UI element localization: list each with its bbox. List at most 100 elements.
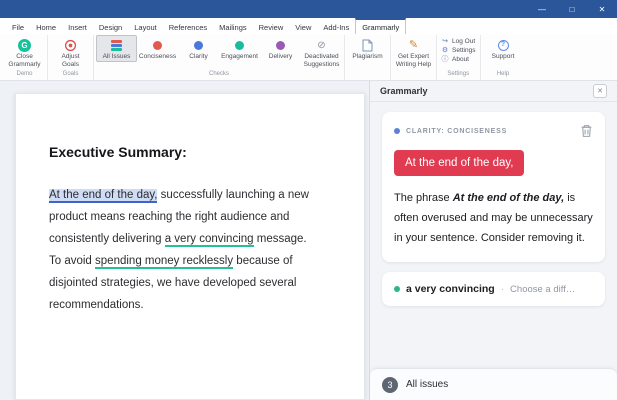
log-out-label: Log Out <box>452 38 476 45</box>
engagement-button[interactable]: Engagement <box>219 35 260 62</box>
tab-insert[interactable]: Insert <box>62 18 93 34</box>
ribbon-group-settings: ↪ Log Out ⚙ Settings ⓘ About Settings <box>437 35 481 80</box>
close-grammarly-label-2: Grammarly <box>8 61 41 69</box>
engagement-label: Engagement <box>221 53 258 60</box>
main-area: Executive Summary: At the end of the day… <box>0 81 617 400</box>
ribbon-group-plagiarism: Plagiarism <box>345 35 391 80</box>
separator-dot: · <box>500 283 505 295</box>
ribbon-group-help: ? Support Help <box>481 35 526 80</box>
suggestion-list: CLARITY: CONCISENESS At the end of the d… <box>370 102 617 368</box>
window-controls: — □ ✕ <box>527 0 617 18</box>
minimize-button[interactable]: — <box>527 0 557 18</box>
conciseness-label: Conciseness <box>138 53 177 60</box>
support-button[interactable]: ? Support <box>483 35 524 62</box>
all-issues-icon <box>111 39 122 52</box>
about-label: About <box>452 56 469 63</box>
next-suggestion-phrase: a very convincing <box>406 283 495 296</box>
tab-grammarly[interactable]: Grammarly <box>355 18 407 34</box>
ribbon-group-demo: G Close Grammarly Demo <box>2 35 48 80</box>
tab-view[interactable]: View <box>289 18 317 34</box>
about-button[interactable]: ⓘ About <box>441 56 476 63</box>
group-label-demo: Demo <box>16 71 33 77</box>
underlined-phrase-recklessly[interactable]: spending money recklessly <box>95 255 234 269</box>
support-label: Support <box>491 53 515 60</box>
grammarly-panel-title: Grammarly <box>380 86 428 96</box>
panel-close-button[interactable]: ✕ <box>593 84 607 98</box>
tab-file[interactable]: File <box>6 18 30 34</box>
document-page[interactable]: Executive Summary: At the end of the day… <box>15 93 365 400</box>
tab-references[interactable]: References <box>163 18 213 34</box>
conciseness-button[interactable]: Conciseness <box>137 35 178 62</box>
document-canvas: Executive Summary: At the end of the day… <box>0 81 369 400</box>
slash-circle-icon: ⊘ <box>317 39 326 51</box>
all-issues-button[interactable]: All Issues <box>96 35 137 63</box>
log-out-button[interactable]: ↪ Log Out <box>441 38 476 45</box>
group-label-writing-help <box>393 71 434 80</box>
tab-mailings[interactable]: Mailings <box>213 18 253 34</box>
deactivated-suggestions-button[interactable]: ⊘ Deactivated Suggestions <box>301 35 342 71</box>
close-grammarly-label-1: Close <box>16 53 33 60</box>
group-label-help: Help <box>496 71 510 77</box>
delivery-label: Delivery <box>268 53 293 60</box>
tab-design[interactable]: Design <box>93 18 128 34</box>
dismiss-suggestion-button[interactable] <box>580 124 593 138</box>
question-icon: ? <box>497 40 509 51</box>
suggestion-card: CLARITY: CONCISENESS At the end of the d… <box>382 112 605 263</box>
document-icon <box>362 39 373 52</box>
settings-button[interactable]: ⚙ Settings <box>441 47 476 54</box>
adjust-goals-button[interactable]: Adjust Goals <box>50 35 91 71</box>
grammarly-panel: Grammarly ✕ CLARITY: CONCISENESS At the … <box>369 81 617 400</box>
ribbon-group-goals: Adjust Goals Goals <box>48 35 94 80</box>
expert-help-label-1: Get Expert <box>397 53 430 60</box>
clarity-dot-icon <box>194 41 203 50</box>
close-grammarly-button[interactable]: G Close Grammarly <box>4 35 45 71</box>
underlined-phrase-convincing[interactable]: a very convincing <box>164 233 254 247</box>
tab-add-ins[interactable]: Add-Ins <box>317 18 355 34</box>
window-close-button[interactable]: ✕ <box>587 0 617 18</box>
engagement-dot-icon <box>394 286 400 293</box>
deactivated-label-1: Deactivated <box>304 53 339 60</box>
clarity-label: Clarity <box>189 53 208 60</box>
ribbon-group-writing-help: ✎ Get Expert Writing Help <box>391 35 437 80</box>
tab-review[interactable]: Review <box>253 18 290 34</box>
grammarly-logo-icon: G <box>18 39 31 52</box>
clarity-dot-icon <box>394 128 400 134</box>
next-suggestion-hint: Choose a diff… <box>510 283 576 295</box>
group-label-goals: Goals <box>62 71 79 77</box>
titlebar: — □ ✕ <box>0 0 617 18</box>
delivery-button[interactable]: Delivery <box>260 35 301 62</box>
trash-icon <box>581 125 592 137</box>
emphasized-phrase: At the end of the day, <box>452 192 565 204</box>
maximize-button[interactable]: □ <box>557 0 587 18</box>
all-issues-label: All issues <box>406 379 449 390</box>
pencil-icon: ✎ <box>408 39 419 51</box>
highlighted-phrase-conciseness[interactable]: At the end of the day, <box>49 189 158 203</box>
ribbon-tab-bar: File Home Insert Design Layout Reference… <box>0 18 617 34</box>
gear-icon: ⚙ <box>441 47 449 54</box>
suggestion-category: CLARITY: CONCISENESS <box>406 127 508 135</box>
tab-layout[interactable]: Layout <box>128 18 163 34</box>
all-issues-label: All Issues <box>102 53 131 60</box>
expert-help-button[interactable]: ✎ Get Expert Writing Help <box>393 35 434 71</box>
target-icon <box>64 39 77 52</box>
logout-icon: ↪ <box>442 38 448 45</box>
delivery-dot-icon <box>276 41 285 50</box>
all-issues-footer[interactable]: 3 All issues <box>370 368 617 400</box>
deactivated-label-2: Suggestions <box>303 61 340 69</box>
expert-help-label-2: Writing Help <box>395 61 432 69</box>
plagiarism-button[interactable]: Plagiarism <box>347 35 388 62</box>
document-paragraph: At the end of the day, successfully laun… <box>49 184 317 316</box>
adjust-goals-label-2: Goals <box>62 61 79 69</box>
ribbon: G Close Grammarly Demo Adjust Goals Goal… <box>0 34 617 81</box>
group-label-checks: Checks <box>208 71 229 77</box>
ribbon-group-checks: All Issues Conciseness Clarity Engagemen… <box>94 35 345 80</box>
suggestion-phrase-button[interactable]: At the end of the day, <box>394 150 525 176</box>
suggestion-explanation: The phrase At the end of the day, is oft… <box>394 192 593 244</box>
adjust-goals-label-1: Adjust <box>61 53 80 60</box>
issue-count-badge: 3 <box>382 376 398 393</box>
settings-label: Settings <box>452 47 476 54</box>
tab-home[interactable]: Home <box>30 18 62 34</box>
next-suggestion-card[interactable]: a very convincing · Choose a diff… <box>382 272 605 307</box>
engagement-dot-icon <box>235 41 244 50</box>
clarity-button[interactable]: Clarity <box>178 35 219 62</box>
